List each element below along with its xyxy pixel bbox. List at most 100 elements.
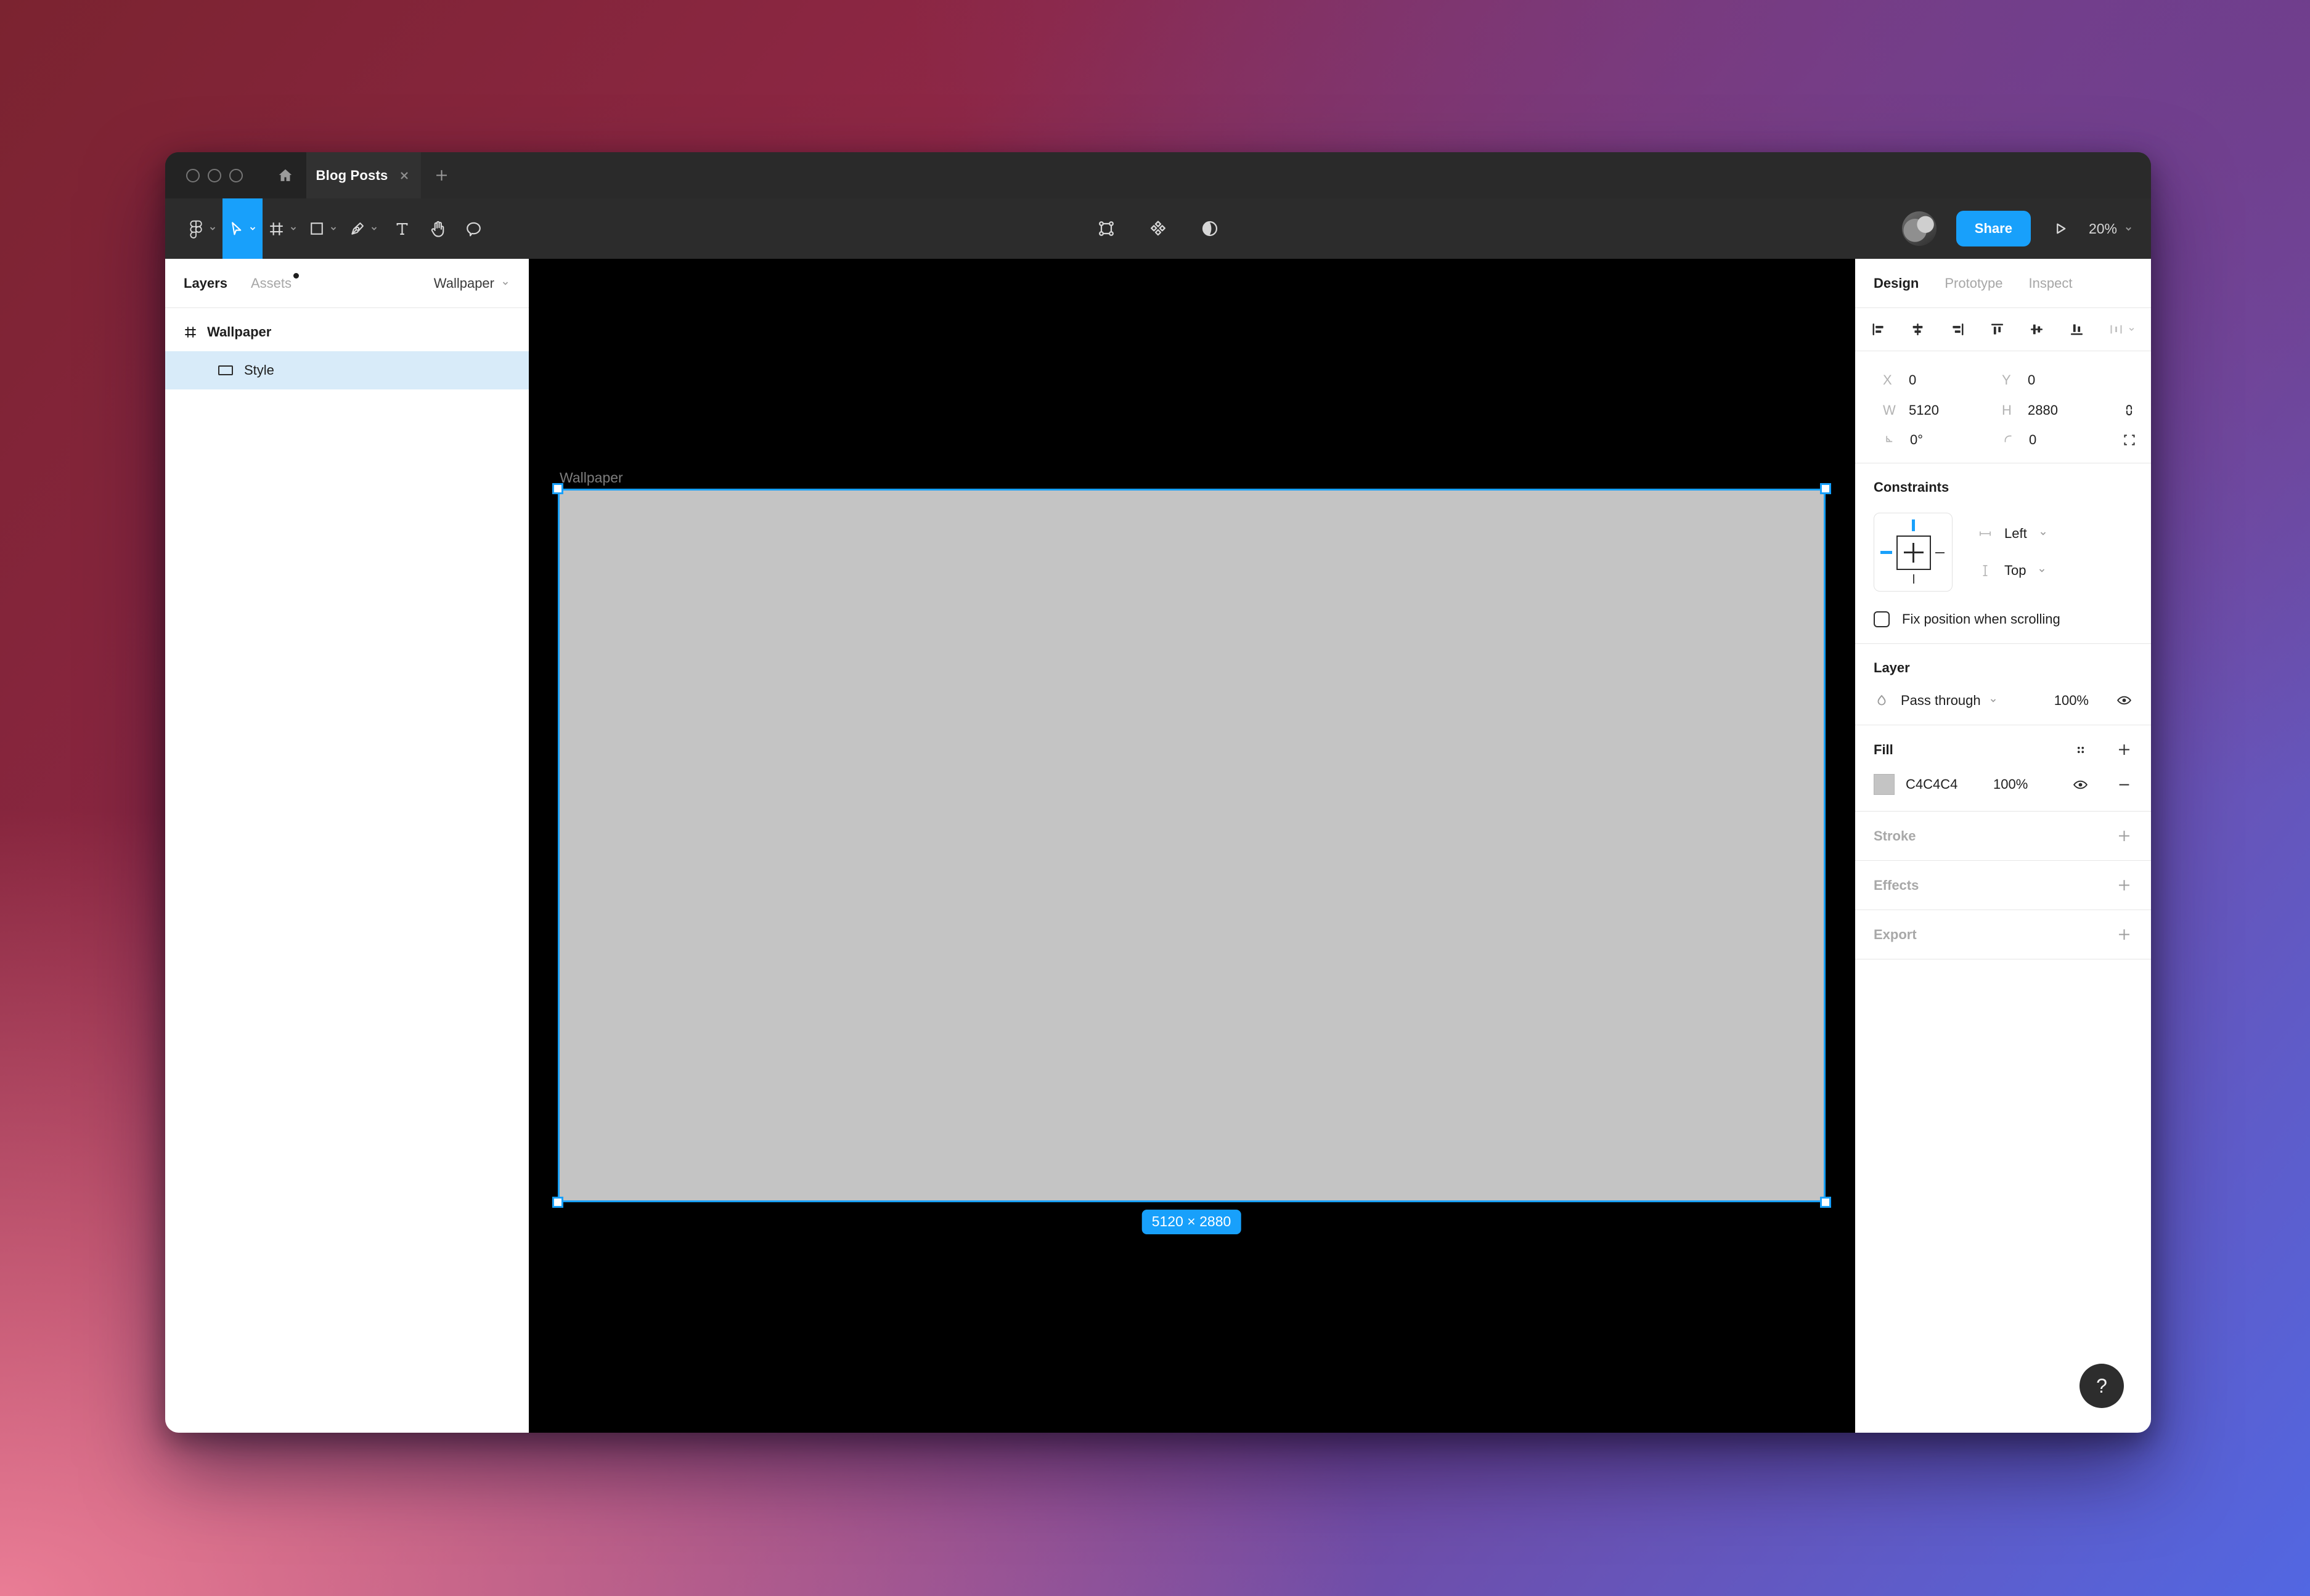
canvas-frame-label[interactable]: Wallpaper	[560, 470, 623, 486]
align-left-icon[interactable]	[1870, 321, 1887, 338]
layer-section: Layer Pass through 100%	[1855, 644, 2151, 725]
fill-row[interactable]: C4C4C4 100%	[1874, 774, 2132, 795]
layers-panel: Layers Assets Wallpaper Wallpa	[165, 259, 529, 1433]
corner-radius-icon	[2002, 433, 2017, 447]
styles-icon[interactable]	[2073, 742, 2089, 758]
constraints-cross	[1904, 552, 1924, 553]
fill-section: Fill C4C4C4 100%	[1855, 725, 2151, 812]
close-window-button[interactable]	[186, 169, 200, 182]
selection-handle-bottom-left[interactable]	[552, 1197, 563, 1208]
eye-icon[interactable]	[2116, 692, 2132, 709]
x-value: 0	[1909, 372, 1916, 388]
mask-button[interactable]	[1200, 219, 1220, 238]
content: Layers Assets Wallpaper Wallpa	[165, 259, 2151, 1433]
align-bottom-icon[interactable]	[2068, 321, 2085, 338]
canvas[interactable]: Wallpaper 5120 × 2880	[529, 259, 1855, 1433]
create-component-button[interactable]	[1148, 219, 1168, 238]
vertical-constraint-dropdown[interactable]: Top	[1977, 563, 2048, 579]
corner-radius-field[interactable]: 0	[2002, 432, 2121, 448]
new-tab-button[interactable]	[421, 152, 462, 198]
layer-row-style[interactable]: Style	[165, 351, 529, 389]
document-tab[interactable]: Blog Posts	[306, 152, 421, 198]
close-tab-icon[interactable]	[398, 169, 411, 182]
shape-tool-button[interactable]	[303, 198, 343, 259]
add-effect-icon[interactable]	[2116, 877, 2132, 894]
fix-position-row[interactable]: Fix position when scrolling	[1874, 611, 2132, 627]
present-button[interactable]	[2051, 219, 2069, 238]
move-tool-button[interactable]	[222, 198, 263, 259]
main-menu-button[interactable]	[182, 198, 222, 259]
tidy-up-button[interactable]	[2108, 321, 2136, 338]
share-button[interactable]: Share	[1956, 211, 2031, 246]
fix-position-checkbox[interactable]	[1874, 611, 1890, 627]
fill-color-swatch[interactable]	[1874, 774, 1895, 795]
hand-tool-button[interactable]	[420, 198, 455, 259]
fill-opacity-value[interactable]: 100%	[1993, 776, 2028, 792]
constrain-proportions-icon[interactable]	[2121, 402, 2137, 418]
constraint-top-tick[interactable]	[1912, 519, 1915, 531]
layer-label: Style	[244, 362, 274, 378]
help-button[interactable]: ?	[2079, 1364, 2124, 1408]
tab-assets-label: Assets	[251, 275, 292, 291]
align-h-center-icon[interactable]	[1909, 321, 1926, 338]
selection-handle-top-left[interactable]	[552, 483, 563, 494]
remove-fill-icon[interactable]	[2116, 776, 2132, 793]
independent-corners-icon[interactable]	[2121, 432, 2137, 448]
align-v-center-icon[interactable]	[2028, 321, 2045, 338]
rotation-value: 0°	[1910, 432, 1923, 448]
blend-mode-value: Pass through	[1901, 693, 1981, 709]
constraint-bottom-tick[interactable]	[1913, 574, 1914, 584]
horizontal-constraint-dropdown[interactable]: Left	[1977, 526, 2048, 542]
selection-handle-top-right[interactable]	[1820, 483, 1831, 494]
help-icon: ?	[2096, 1375, 2107, 1398]
align-top-icon[interactable]	[1989, 321, 2006, 338]
zoom-window-button[interactable]	[229, 169, 243, 182]
comment-tool-button[interactable]	[455, 198, 491, 259]
tab-design[interactable]: Design	[1874, 275, 1919, 291]
selection-handle-bottom-right[interactable]	[1820, 1197, 1831, 1208]
export-title: Export	[1874, 927, 1917, 943]
add-export-icon[interactable]	[2116, 926, 2132, 943]
text-tool-button[interactable]	[384, 198, 420, 259]
page-selector[interactable]: Wallpaper	[434, 275, 510, 291]
chevron-down-icon	[2037, 566, 2047, 576]
height-field[interactable]: H 2880	[2002, 402, 2121, 418]
constraint-right-tick[interactable]	[1935, 552, 1945, 553]
width-label: W	[1883, 402, 1896, 418]
chevron-down-icon	[248, 224, 258, 234]
tab-prototype[interactable]: Prototype	[1945, 275, 2002, 291]
frame-tool-button[interactable]	[263, 198, 303, 259]
pen-tool-button[interactable]	[343, 198, 384, 259]
tab-layers[interactable]: Layers	[184, 275, 227, 291]
blend-mode-dropdown[interactable]: Pass through	[1901, 693, 1998, 709]
inspector-panel: Design Prototype Inspect	[1855, 259, 2151, 1433]
tab-assets[interactable]: Assets	[251, 275, 292, 291]
y-value: 0	[2028, 372, 2035, 388]
width-field[interactable]: W 5120	[1883, 402, 2002, 418]
align-right-icon[interactable]	[1949, 321, 1966, 338]
chevron-down-icon	[329, 224, 338, 234]
zoom-control[interactable]: 20%	[2089, 221, 2134, 237]
add-fill-icon[interactable]	[2116, 741, 2132, 758]
home-button[interactable]	[268, 152, 303, 198]
fill-hex-value[interactable]: C4C4C4	[1906, 776, 1982, 792]
x-field[interactable]: X 0	[1883, 372, 2002, 388]
rotation-field[interactable]: 0°	[1883, 432, 2002, 448]
constraints-widget[interactable]	[1874, 513, 1953, 592]
tab-inspect[interactable]: Inspect	[2029, 275, 2073, 291]
layer-title: Layer	[1874, 660, 1910, 676]
layer-opacity-value[interactable]: 100%	[2054, 693, 2089, 709]
wallpaper-frame[interactable]	[560, 491, 1824, 1200]
fix-position-label: Fix position when scrolling	[1902, 611, 2060, 627]
constraint-left-tick[interactable]	[1880, 551, 1892, 554]
layer-row-wallpaper[interactable]: Wallpaper	[165, 313, 529, 351]
eye-icon[interactable]	[2072, 776, 2089, 793]
add-stroke-icon[interactable]	[2116, 828, 2132, 844]
avatar[interactable]	[1902, 211, 1937, 246]
minimize-window-button[interactable]	[208, 169, 221, 182]
edit-object-button[interactable]	[1096, 219, 1116, 238]
y-field[interactable]: Y 0	[2002, 372, 2121, 388]
constraints-title: Constraints	[1874, 479, 1949, 495]
home-icon	[277, 167, 294, 184]
mask-icon	[1200, 219, 1220, 238]
